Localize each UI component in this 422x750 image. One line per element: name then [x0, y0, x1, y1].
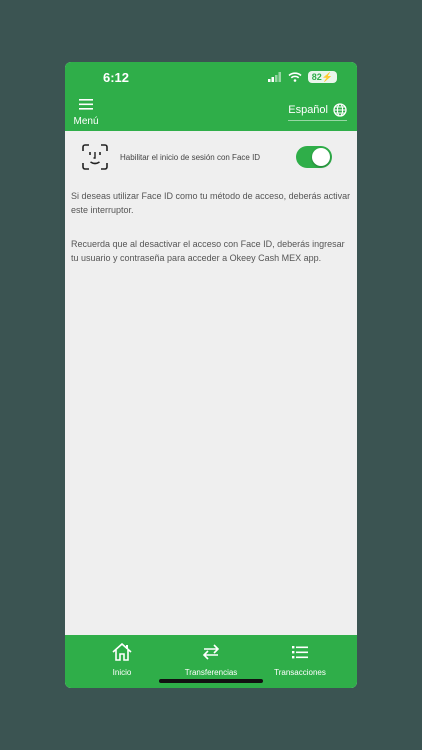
home-indicator[interactable] [159, 679, 263, 683]
toggle-knob [312, 148, 330, 166]
tab-label-transferencias: Transferencias [184, 668, 238, 677]
wifi-icon [288, 72, 302, 82]
home-icon [112, 642, 132, 661]
phone-screen: 6:12 82⚡ Menú Español Habilitar el inici… [65, 62, 357, 688]
status-bar: 6:12 82⚡ [65, 62, 357, 92]
faceid-info-text: Si deseas utilizar Face ID como tu métod… [71, 191, 351, 215]
faceid-toggle[interactable] [296, 146, 332, 168]
battery-indicator: 82⚡ [307, 71, 337, 83]
tab-label-inicio: Inicio [112, 668, 132, 677]
language-label: Español [288, 104, 328, 116]
faceid-setting-label: Habilitar el inicio de sesión con Face I… [120, 153, 261, 162]
tab-transacciones[interactable]: Transacciones [255, 643, 345, 677]
tab-label-transacciones: Transacciones [274, 668, 326, 677]
menu-label: Menú [73, 116, 99, 127]
status-icons: 82⚡ [267, 71, 337, 83]
face-id-icon [82, 144, 108, 170]
settings-content: Habilitar el inicio de sesión con Face I… [65, 131, 357, 635]
status-time: 6:12 [103, 70, 130, 85]
app-header: 6:12 82⚡ Menú Español [65, 62, 357, 131]
menu-button[interactable]: Menú [71, 97, 101, 127]
transfer-arrows-icon [202, 644, 220, 660]
tab-transferencias[interactable]: Transferencias [166, 643, 256, 677]
faceid-setting-row: Habilitar el inicio de sesión con Face I… [65, 143, 357, 175]
hamburger-icon [79, 99, 93, 110]
globe-icon [333, 103, 347, 117]
language-selector[interactable]: Español [288, 103, 347, 121]
list-icon [292, 646, 308, 659]
charging-bolt-icon: ⚡ [321, 72, 333, 82]
signal-icon [267, 72, 281, 82]
tab-inicio[interactable]: Inicio [77, 642, 167, 677]
faceid-warning-text: Recuerda que al desactivar el acceso con… [71, 239, 345, 263]
bottom-tab-bar: Inicio Transferencias Transacciones [65, 635, 357, 688]
